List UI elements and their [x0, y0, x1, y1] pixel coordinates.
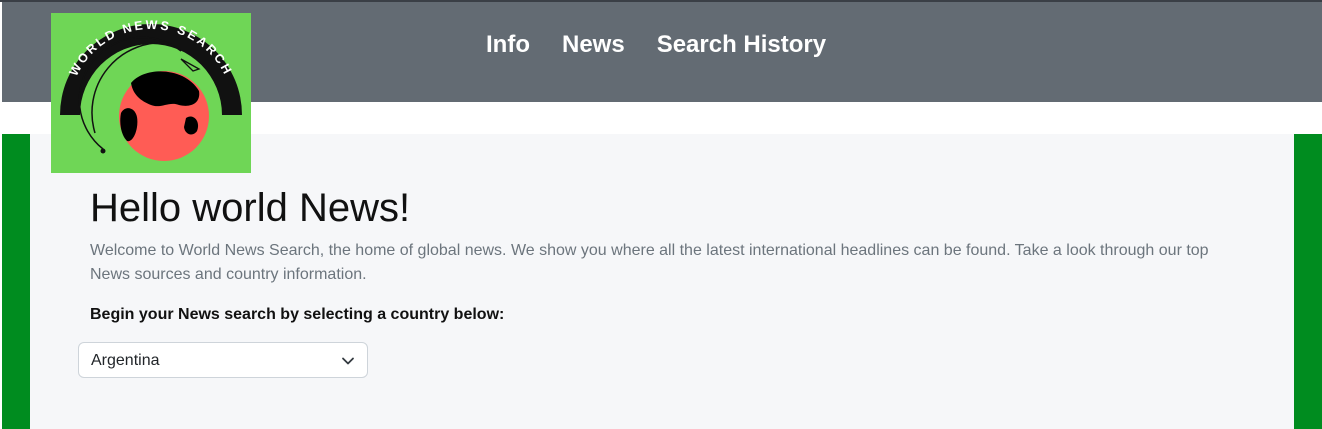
page: Info News Search History WORLD NEWS SEAR… [0, 0, 1322, 429]
chevron-down-icon [342, 357, 354, 365]
nav-link-news[interactable]: News [562, 30, 625, 60]
right-green-bar [1294, 134, 1322, 429]
nav-links: Info News Search History [486, 30, 826, 60]
country-select[interactable]: Argentina [78, 342, 368, 378]
country-select-prompt: Begin your News search by selecting a co… [90, 306, 505, 323]
left-green-bar [2, 134, 30, 429]
intro-text: Welcome to World News Search, the home o… [90, 242, 1209, 283]
page-title: Hello world News! [90, 186, 411, 230]
country-select-value: Argentina [91, 352, 160, 369]
nav-link-search-history[interactable]: Search History [657, 30, 826, 60]
globe-logo-icon: WORLD NEWS SEARCH [60, 18, 242, 161]
world-news-search-logo[interactable]: WORLD NEWS SEARCH [51, 13, 251, 173]
nav-link-info[interactable]: Info [486, 30, 530, 60]
